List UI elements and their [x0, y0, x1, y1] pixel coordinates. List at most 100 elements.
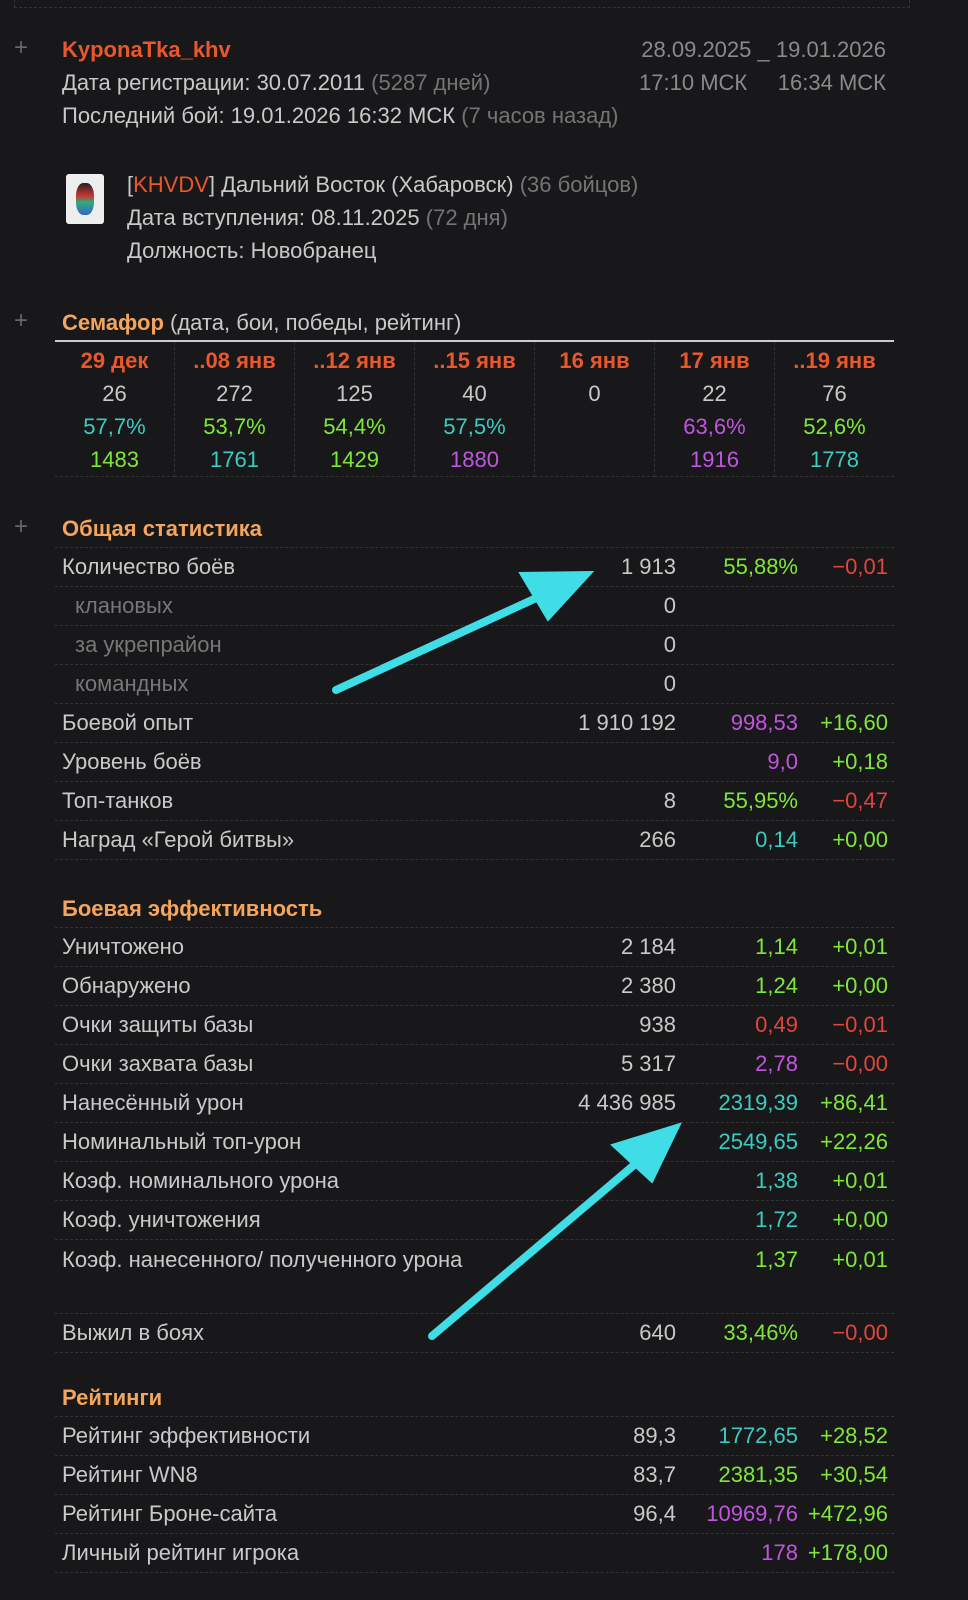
stat-label: Рейтинг эффективности: [62, 1423, 311, 1448]
clan-join-days: (72 дня): [425, 205, 508, 230]
stat-delta: +0,01: [832, 1247, 888, 1272]
stat-value: [476, 1123, 676, 1161]
clan-name[interactable]: Дальний Восток (Хабаровск): [221, 172, 513, 197]
stat-label: Выжил в боях: [62, 1320, 204, 1345]
stat-average: 33,46%: [723, 1320, 798, 1345]
semaphore-date: ..12 янв: [313, 348, 396, 373]
semaphore-winrate: 54,4%: [323, 414, 386, 439]
semaphore-column: 16 янв 0: [535, 342, 655, 477]
section-title: Рейтинги: [55, 1379, 894, 1417]
semaphore-date: 29 дек: [80, 348, 149, 373]
stat-delta: −0,01: [832, 554, 888, 579]
semaphore-column: ..08 янв 272 53,7% 1761: [175, 342, 295, 477]
stat-value: [476, 1162, 676, 1200]
stat-average: 1,37: [755, 1247, 798, 1272]
registration-date: Дата регистрации: 30.07.2011: [62, 70, 366, 95]
semaphore-battles: 22: [702, 381, 727, 406]
stat-delta: +0,01: [832, 1168, 888, 1193]
semaphore-rating: 1483: [90, 447, 139, 472]
stat-label: за укрепрайон: [75, 632, 222, 657]
time-range: 17:10 МСК 16:34 МСК: [639, 70, 886, 95]
semaphore-column: ..15 янв 40 57,5% 1880: [415, 342, 535, 477]
stat-label: Личный рейтинг игрока: [62, 1540, 300, 1565]
stat-label: Очки захвата базы: [62, 1051, 254, 1076]
stat-average: 2,78: [755, 1051, 798, 1076]
semaphore-winrate: 57,5%: [443, 414, 506, 439]
ratings-section: Рейтинги Рейтинг эффективности 89,3 1772…: [55, 1379, 894, 1573]
stat-label: Обнаружено: [62, 973, 191, 998]
stat-value: [476, 1534, 676, 1572]
stat-value: 0: [663, 632, 676, 657]
stat-value: 4 436 985: [578, 1090, 676, 1115]
clan-join-date: Дата вступления: 08.11.2025: [127, 205, 420, 230]
stat-value: 640: [639, 1320, 676, 1345]
semaphore-rating: 1761: [210, 447, 259, 472]
clan-line: [KHVDV] Дальний Восток (Хабаровск) (36 б…: [127, 172, 639, 197]
section-title: Общая статистика: [55, 510, 894, 548]
stat-row: Коэф. уничтожения 1,72 +0,00: [55, 1201, 894, 1240]
expand-semaphore-icon[interactable]: +: [14, 307, 28, 335]
stat-row: Рейтинг Броне-сайта 96,4 10969,76 +472,9…: [55, 1495, 894, 1534]
semaphore-date: ..19 янв: [793, 348, 876, 373]
stat-average: 1,72: [755, 1207, 798, 1232]
stat-label: Уровень боёв: [62, 749, 202, 774]
stat-row: Очки защиты базы 938 0,49 −0,01: [55, 1006, 894, 1045]
stat-delta: −0,47: [832, 788, 888, 813]
stat-delta: +22,26: [820, 1129, 888, 1154]
stat-average: 998,53: [730, 710, 798, 735]
stat-average: 1,14: [755, 934, 798, 959]
stat-delta: +0,00: [832, 827, 888, 852]
player-name[interactable]: KyponaTka_khv: [62, 37, 231, 62]
stat-value: 83,7: [633, 1462, 676, 1487]
stat-delta: [798, 626, 894, 664]
clan-emblem-icon[interactable]: [66, 174, 104, 224]
stat-delta: −0,00: [832, 1320, 888, 1345]
stat-label: командных: [75, 671, 189, 696]
semaphore-date: 16 янв: [559, 348, 630, 373]
semaphore-winrate: 57,7%: [83, 414, 146, 439]
stat-average: 2319,39: [718, 1090, 798, 1115]
stat-delta: −0,00: [832, 1051, 888, 1076]
stat-average: 10969,76: [706, 1501, 798, 1526]
stat-label: Нанесённый урон: [62, 1090, 244, 1115]
stat-delta: +0,00: [832, 973, 888, 998]
stat-label: клановых: [75, 593, 173, 618]
stat-value: 96,4: [633, 1501, 676, 1526]
stat-label: Коэф. нанесенного/ полученного урона: [62, 1247, 463, 1272]
stat-delta: +178,00: [807, 1540, 888, 1565]
semaphore-winrate: 63,6%: [683, 414, 746, 439]
semaphore-rating: 1778: [810, 447, 859, 472]
clan-tag[interactable]: KHVDV: [133, 172, 209, 197]
stat-value: 266: [639, 827, 676, 852]
stat-average: 1,24: [755, 973, 798, 998]
stat-row: Обнаружено 2 380 1,24 +0,00: [55, 967, 894, 1006]
top-bar-edge: [14, 0, 910, 8]
stat-row: Боевой опыт 1 910 192 998,53 +16,60: [55, 704, 894, 743]
semaphore-date: ..15 янв: [433, 348, 516, 373]
stat-value: 0: [663, 671, 676, 696]
date-range[interactable]: 28.09.2025 _ 19.01.2026: [641, 37, 886, 63]
stat-row: Выжил в боях 640 33,46% −0,00: [55, 1314, 894, 1353]
stat-row: Нанесённый урон 4 436 985 2319,39 +86,41: [55, 1084, 894, 1123]
semaphore-winrate: 52,6%: [803, 414, 866, 439]
stat-average: 2549,65: [718, 1129, 798, 1154]
expand-player-icon[interactable]: +: [14, 34, 28, 62]
section-title: Боевая эффективность: [55, 890, 894, 928]
stat-value: 0: [663, 593, 676, 618]
stat-row: Номинальный топ-урон 2549,65 +22,26: [55, 1123, 894, 1162]
stat-row: Личный рейтинг игрока 178 +178,00: [55, 1534, 894, 1573]
semaphore-date: ..08 янв: [193, 348, 276, 373]
stat-row: Очки захвата базы 5 317 2,78 −0,00: [55, 1045, 894, 1084]
stat-average: 55,88%: [723, 554, 798, 579]
stat-row: Количество боёв 1 913 55,88% −0,01: [55, 548, 894, 587]
stat-label: Рейтинг WN8: [62, 1462, 198, 1487]
stat-row: Рейтинг WN8 83,7 2381,35 +30,54: [55, 1456, 894, 1495]
semaphore-rating: 1916: [690, 447, 739, 472]
semaphore-battles: 272: [216, 381, 253, 406]
expand-stats-icon[interactable]: +: [14, 513, 28, 541]
stat-average: 0,14: [755, 827, 798, 852]
stat-label: Очки защиты базы: [62, 1012, 254, 1037]
stat-label: Коэф. уничтожения: [62, 1207, 261, 1232]
semaphore-winrate: 53,7%: [203, 414, 266, 439]
stat-average: 0,49: [755, 1012, 798, 1037]
